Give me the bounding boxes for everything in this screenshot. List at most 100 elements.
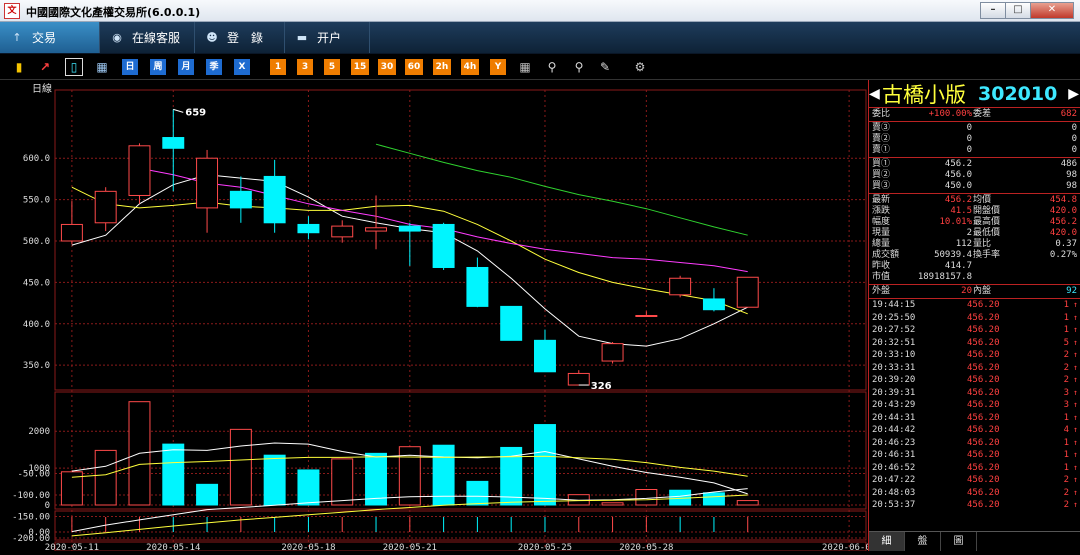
volume-bar <box>365 452 387 506</box>
outer-inner-section: 外盤 20 內盤 92 <box>869 285 1080 299</box>
tab-chart[interactable]: 圖 <box>941 532 977 551</box>
period-4h-button[interactable]: 4h <box>461 59 479 75</box>
title-bar: 文 中國國際文化產權交易所(6.0.0.1) – □ ✕ <box>0 0 1080 22</box>
price-tick-label: 600.0 <box>23 154 50 164</box>
tick-row: 20:46:31 456.20 1 ↑ <box>869 449 1080 462</box>
high-annotation: 659 <box>185 107 206 118</box>
period-30min-button[interactable]: 30 <box>378 59 396 75</box>
period-month-button[interactable]: 月 <box>178 59 194 75</box>
calendar-icon[interactable]: ▦ <box>94 59 110 75</box>
up-arrow-icon: ↑ <box>1073 312 1078 322</box>
tick-price: 456.20 <box>967 362 1000 373</box>
price-pane-border <box>54 89 867 391</box>
candle-body <box>263 175 286 224</box>
close-icon[interactable]: ✕ <box>1030 2 1074 19</box>
tick-row: 20:32:51 456.20 5 ↑ <box>869 337 1080 350</box>
quote-panel: ◀ 古橋小版 302010 ▶ 委比 +100.00% 委差 682 賣③ 0 0 賣… <box>868 80 1080 551</box>
tick-row: 20:43:29 456.20 3 ↑ <box>869 399 1080 412</box>
arrow-up-icon: ↑ <box>12 31 22 44</box>
tick-row: 20:27:52 456.20 1 ↑ <box>869 324 1080 337</box>
period-15min-button[interactable]: 15 <box>351 59 369 75</box>
inner-value: 92 <box>1066 286 1077 296</box>
tick-price: 456.20 <box>967 487 1000 498</box>
period-day-button[interactable]: 日 <box>122 59 138 75</box>
tick-row: 20:46:52 456.20 1 ↑ <box>869 462 1080 475</box>
volume-bar <box>331 458 354 506</box>
tick-price: 456.20 <box>967 375 1000 385</box>
stat-row: 成交額 50939.4 換手率 0.27% <box>869 250 1080 261</box>
bids-level-vol: 486 <box>1060 159 1077 169</box>
pencil-icon[interactable]: ✎ <box>597 59 613 75</box>
settings-icon[interactable]: ⚙ <box>632 59 648 75</box>
next-stock-icon[interactable]: ▶ <box>1068 86 1079 102</box>
tick-list[interactable]: 19:44:15 456.20 1 ↑ 20:25:50 456.20 1 ↑ 20:27:52… <box>869 299 1080 512</box>
stat-label: 換手率 <box>973 250 1001 260</box>
prev-stock-icon[interactable]: ◀ <box>869 86 880 102</box>
period-2h-button[interactable]: 2h <box>433 59 451 75</box>
candle-body <box>297 223 320 234</box>
menu-open-account-label: 开户 <box>317 31 342 45</box>
period-quarter-button[interactable]: 季 <box>206 59 222 75</box>
candlestick-icon[interactable]: ▯ <box>65 58 83 76</box>
date-tick-label: 2020-05-18 <box>281 543 335 551</box>
tick-time: 20:33:31 <box>872 362 916 373</box>
asks-level-price: 0 <box>966 145 972 155</box>
candle-body <box>601 343 624 362</box>
kline-chart[interactable]: 350.0400.0450.0500.0550.0600.0010002000-… <box>0 80 876 553</box>
headset-icon: ◉ <box>112 31 122 44</box>
user-icon: ☻ <box>206 31 218 44</box>
tab-order-book[interactable]: 盤 <box>905 532 941 551</box>
tick-time: 20:46:23 <box>872 437 916 448</box>
candle-body <box>398 225 421 232</box>
chart-area[interactable]: 350.0 400.0 450.0 500.0 550.0 600.0 0 1000 2000-… <box>0 80 876 553</box>
tick-row: 20:47:22 456.20 2 ↑ <box>869 474 1080 487</box>
restore-icon[interactable]: □ <box>1005 2 1031 19</box>
period-3min-button[interactable]: 3 <box>297 59 313 75</box>
menu-open-account[interactable]: ▬ 开户 <box>285 22 370 53</box>
tick-price: 456.20 <box>967 312 1000 323</box>
asks-level-vol: 0 <box>1071 123 1077 133</box>
candle-body <box>94 190 117 224</box>
stat-label: 最低價 <box>973 228 1001 238</box>
outer-inner-row: 外盤 20 內盤 92 <box>869 286 1080 297</box>
stat-row: 昨收 414.7 <box>869 261 1080 272</box>
tick-time: 20:39:20 <box>872 375 916 385</box>
period-1min-button[interactable]: 1 <box>270 59 286 75</box>
tick-time: 20:43:29 <box>872 400 916 410</box>
chart-toolbar: ▮ ↗ ▯ ▦ 日 周 月 季 X 1 3 5 15 30 60 2h 4h Y… <box>0 54 1080 80</box>
tick-volume: 3 <box>1063 400 1069 410</box>
tab-detail[interactable]: 細 <box>869 532 905 551</box>
period-x-button[interactable]: X <box>234 59 250 75</box>
line-chart-icon[interactable]: ↗ <box>37 59 53 75</box>
zoom-in-icon[interactable]: ⚲ <box>544 59 560 75</box>
period-5min-button[interactable]: 5 <box>324 59 340 75</box>
stock-name: 古橋小版 <box>882 82 966 107</box>
tick-time: 20:44:31 <box>872 412 916 423</box>
stat-label: 開盤價 <box>973 206 1001 216</box>
tick-time: 20:27:52 <box>872 325 916 335</box>
candle-body <box>196 157 219 209</box>
tick-price: 456.20 <box>967 425 1000 435</box>
minimize-icon[interactable]: – <box>980 2 1006 19</box>
order-ratio-row: 委比 +100.00% 委差 682 <box>869 109 1080 120</box>
menu-online-service[interactable]: ◉ 在線客服 <box>100 22 195 53</box>
tick-volume: 2 <box>1063 350 1069 360</box>
tick-volume: 4 <box>1063 425 1069 435</box>
tick-time: 19:44:15 <box>872 300 916 310</box>
period-60min-button[interactable]: 60 <box>405 59 423 75</box>
period-week-button[interactable]: 周 <box>150 59 166 75</box>
candle-body <box>128 145 151 196</box>
zoom-out-icon[interactable]: ⚲ <box>571 59 587 75</box>
period-year-button[interactable]: Y <box>490 59 506 75</box>
menu-login[interactable]: ☻ 登 錄 <box>195 22 285 53</box>
tick-price: 456.20 <box>967 325 1000 335</box>
y-axis-labels: 350.0400.0450.0500.0550.0600.0010002000-… <box>12 154 50 544</box>
bids-level-label: 買① <box>872 159 891 169</box>
asks-level-vol: 0 <box>1071 134 1077 144</box>
bar-chart-icon[interactable]: ▮ <box>11 59 27 75</box>
stat-row: 幅度 10.01% 最高價 456.2 <box>869 217 1080 228</box>
volume-bar <box>635 489 658 506</box>
grid-icon[interactable]: ▦ <box>517 59 533 75</box>
menu-trade[interactable]: ↑ 交易 <box>0 22 100 53</box>
bids-level-label: 買③ <box>872 181 891 191</box>
